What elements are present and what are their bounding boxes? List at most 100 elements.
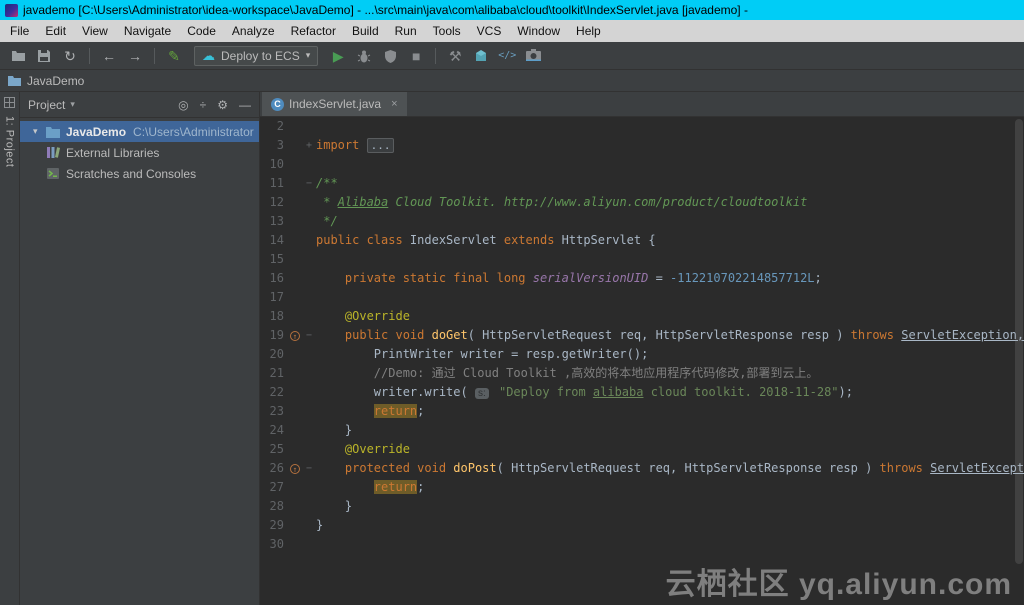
debug-button[interactable] xyxy=(352,45,376,67)
hide-panel-icon[interactable]: — xyxy=(239,99,251,111)
code-line: 27 return; xyxy=(260,478,1024,497)
code-line: 25 @Override xyxy=(260,440,1024,459)
code-line: 24 } xyxy=(260,421,1024,440)
cloud-icon: ☁ xyxy=(202,49,215,62)
editor-column: C IndexServlet.java × 23+import ...1011−… xyxy=(260,92,1024,605)
project-tool-button[interactable]: 1: Project xyxy=(4,116,16,167)
code-lines: 23+import ...1011−/**12 * Alibaba Cloud … xyxy=(260,117,1024,554)
menu-run[interactable]: Run xyxy=(387,20,425,42)
project-panel-header: Project ▾ ◎ ÷ ⚙ — xyxy=(20,92,259,118)
code-line: 23 return; xyxy=(260,402,1024,421)
editor-tab-label: IndexServlet.java xyxy=(289,97,381,111)
coverage-button[interactable] xyxy=(378,45,402,67)
code-line: 19↑− public void doGet( HttpServletReque… xyxy=(260,326,1024,345)
tree-item-scratches[interactable]: Scratches and Consoles xyxy=(20,163,259,184)
locate-file-icon[interactable]: ◎ xyxy=(178,99,188,111)
fold-marker[interactable]: − xyxy=(302,459,316,478)
editor-tab-bar: C IndexServlet.java × xyxy=(260,92,1024,117)
menu-view[interactable]: View xyxy=(74,20,116,42)
code-editor[interactable]: 23+import ...1011−/**12 * Alibaba Cloud … xyxy=(260,117,1024,605)
menu-window[interactable]: Window xyxy=(509,20,568,42)
code-line: 18 @Override xyxy=(260,307,1024,326)
panel-title[interactable]: Project xyxy=(28,98,65,112)
fold-marker[interactable]: + xyxy=(302,136,316,155)
code-tool-icon[interactable]: </> xyxy=(495,45,519,67)
tree-item-path: C:\Users\Administrator xyxy=(133,125,254,139)
menu-tools[interactable]: Tools xyxy=(425,20,469,42)
deploy-config-label: Deploy to ECS xyxy=(221,49,300,63)
chevron-down-icon[interactable]: ▾ xyxy=(33,126,45,137)
chevron-down-icon[interactable]: ▾ xyxy=(70,99,75,110)
navigation-bar: JavaDemo xyxy=(0,70,1024,92)
code-line: 30 xyxy=(260,535,1024,554)
line-number: 28 xyxy=(260,497,288,516)
chevron-down-icon: ▾ xyxy=(306,50,311,61)
run-button[interactable]: ▶ xyxy=(326,45,350,67)
line-number: 21 xyxy=(260,364,288,383)
save-all-button[interactable] xyxy=(32,45,56,67)
breadcrumb[interactable]: JavaDemo xyxy=(27,74,84,88)
close-icon[interactable]: × xyxy=(391,98,397,110)
fold-marker[interactable]: − xyxy=(302,174,316,193)
code-line: 17 xyxy=(260,288,1024,307)
tool-windows-widget-icon[interactable] xyxy=(4,97,15,108)
toolbar-separator xyxy=(435,48,436,64)
open-button[interactable] xyxy=(6,45,30,67)
tree-item-label: JavaDemo xyxy=(66,125,126,139)
idea-logo-icon xyxy=(5,4,18,17)
menu-file[interactable]: File xyxy=(2,20,37,42)
line-number: 12 xyxy=(260,193,288,212)
code-line: 21 //Demo: 通过 Cloud Toolkit ,高效的将本地应用程序代… xyxy=(260,364,1024,383)
screenshot-icon[interactable] xyxy=(521,45,545,67)
line-number: 16 xyxy=(260,269,288,288)
edit-configurations-icon[interactable]: ✎ xyxy=(162,45,186,67)
line-number: 23 xyxy=(260,402,288,421)
code-line: 29} xyxy=(260,516,1024,535)
gear-icon[interactable]: ⚙ xyxy=(217,99,228,111)
menu-code[interactable]: Code xyxy=(179,20,224,42)
tree-item-external-libraries[interactable]: External Libraries xyxy=(20,142,259,163)
menu-analyze[interactable]: Analyze xyxy=(224,20,283,42)
main-toolbar: ↻ ← → ✎ ☁ Deploy to ECS ▾ ▶ ■ ⚒ </> xyxy=(0,42,1024,70)
menu-help[interactable]: Help xyxy=(568,20,609,42)
tree-item-javademo[interactable]: ▾ JavaDemo C:\Users\Administrator xyxy=(20,121,259,142)
deploy-config-select[interactable]: ☁ Deploy to ECS ▾ xyxy=(194,46,318,66)
code-line: 28 } xyxy=(260,497,1024,516)
collapse-all-icon[interactable]: ÷ xyxy=(200,99,207,111)
code-line: 11−/** xyxy=(260,174,1024,193)
window-title: javademo [C:\Users\Administrator\idea-wo… xyxy=(23,3,748,17)
menu-edit[interactable]: Edit xyxy=(37,20,74,42)
fold-marker[interactable]: − xyxy=(302,326,316,345)
code-line: 13 */ xyxy=(260,212,1024,231)
java-class-icon: C xyxy=(271,98,284,111)
menu-bar: FileEditViewNavigateCodeAnalyzeRefactorB… xyxy=(0,20,1024,42)
code-line: 3+import ... xyxy=(260,136,1024,155)
project-folder-icon xyxy=(8,75,21,86)
editor-tab-indexservlet[interactable]: C IndexServlet.java × xyxy=(262,92,407,116)
title-bar[interactable]: javademo [C:\Users\Administrator\idea-wo… xyxy=(0,0,1024,20)
menu-navigate[interactable]: Navigate xyxy=(116,20,179,42)
line-number: 10 xyxy=(260,155,288,174)
code-line: 14public class IndexServlet extends Http… xyxy=(260,231,1024,250)
deploy-package-icon[interactable] xyxy=(469,45,493,67)
tree-item-label: External Libraries xyxy=(66,146,159,160)
build-hammer-icon[interactable]: ⚒ xyxy=(443,45,467,67)
back-button[interactable]: ← xyxy=(97,45,121,67)
override-gutter-icon[interactable]: ↑ xyxy=(290,331,300,341)
forward-button[interactable]: → xyxy=(123,45,147,67)
console-icon xyxy=(45,166,61,182)
toolbar-separator xyxy=(89,48,90,64)
tree-item-label: Scratches and Consoles xyxy=(66,167,196,181)
code-line: 20 PrintWriter writer = resp.getWriter()… xyxy=(260,345,1024,364)
tool-window-strip: 1: Project xyxy=(0,92,20,605)
stop-button[interactable]: ■ xyxy=(404,45,428,67)
override-gutter-icon[interactable]: ↑ xyxy=(290,464,300,474)
watermark: 云栖社区 yq.aliyun.com xyxy=(666,559,1012,603)
menu-build[interactable]: Build xyxy=(344,20,387,42)
menu-vcs[interactable]: VCS xyxy=(469,20,510,42)
scrollbar[interactable] xyxy=(1015,119,1023,564)
menu-refactor[interactable]: Refactor xyxy=(283,20,344,42)
line-number: 13 xyxy=(260,212,288,231)
synchronize-icon[interactable]: ↻ xyxy=(58,45,82,67)
line-number: 25 xyxy=(260,440,288,459)
